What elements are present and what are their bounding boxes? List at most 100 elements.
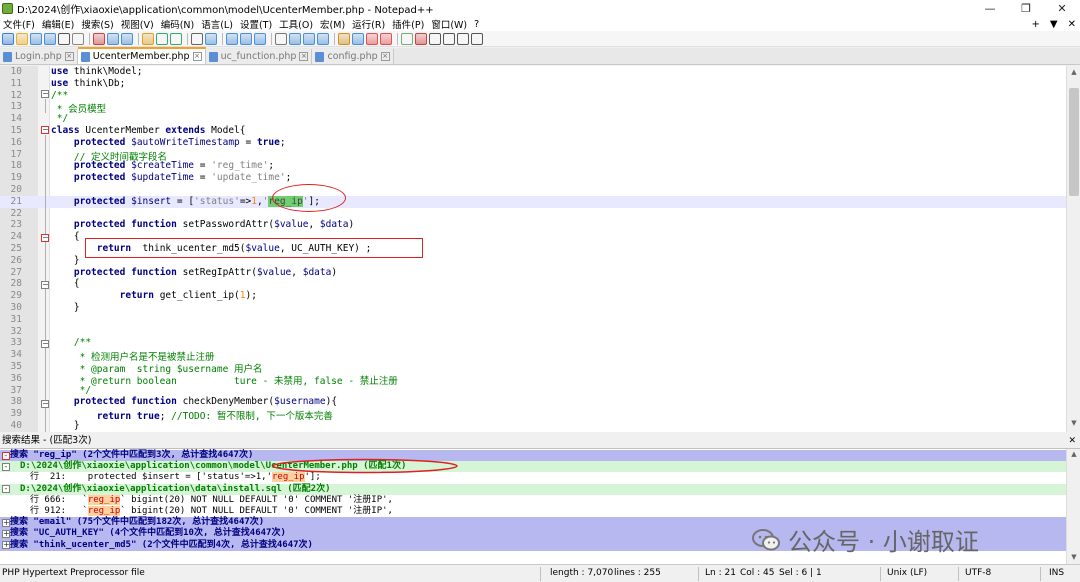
new-tab-button[interactable]: + xyxy=(1032,19,1040,30)
search-result-file[interactable]: D:\2024\创作\xiaoxie\application\common\mo… xyxy=(0,461,1066,473)
toolbar-button-icon[interactable] xyxy=(275,32,287,45)
search-results-scrollbar[interactable]: ▲ ▼ xyxy=(1066,449,1080,564)
code-line[interactable]: 39 return true; //TODO: 暂不限制, 下一个版本完善 xyxy=(0,408,1066,422)
toolbar-button-icon[interactable] xyxy=(415,32,427,45)
toolbar-button-icon[interactable] xyxy=(457,32,469,45)
toolbar-button-icon[interactable] xyxy=(170,32,182,45)
toolbar-button-icon[interactable] xyxy=(44,32,56,45)
toolbar-button-icon[interactable] xyxy=(303,32,315,45)
toolbar-button-icon[interactable] xyxy=(317,32,329,45)
menu-settings[interactable]: 设置(T) xyxy=(237,17,276,31)
code-line[interactable]: 20 xyxy=(0,184,1066,196)
close-doc-button[interactable]: ✕ xyxy=(1068,19,1076,30)
toolbar-button-icon[interactable] xyxy=(240,32,252,45)
tab-close-icon[interactable]: × xyxy=(380,52,390,61)
code-line[interactable]: 33 /** xyxy=(0,337,1066,349)
code-line[interactable]: 30 } xyxy=(0,302,1066,314)
toolbar-button-icon[interactable] xyxy=(58,32,70,45)
toolbar-button-icon[interactable] xyxy=(471,32,483,45)
toolbar-button-icon[interactable] xyxy=(401,32,413,45)
code-line[interactable]: 31 xyxy=(0,314,1066,326)
code-line[interactable]: 34 * 检测用户名是不是被禁止注册 xyxy=(0,349,1066,363)
search-result-file[interactable]: D:\2024\创作\xiaoxie\application\data\inst… xyxy=(0,483,1066,495)
code-line[interactable]: 27 protected function setRegIpAttr($valu… xyxy=(0,267,1066,279)
code-line[interactable]: 11 use think\Db; xyxy=(0,78,1066,90)
toolbar-button-icon[interactable] xyxy=(338,32,350,45)
menu-view[interactable]: 视图(V) xyxy=(118,17,158,31)
tab-ucentermember-php[interactable]: UcenterMember.php × xyxy=(77,47,206,64)
menu-tools[interactable]: 工具(O) xyxy=(276,17,317,31)
toolbar-button-icon[interactable] xyxy=(107,32,119,45)
editor-vertical-scrollbar[interactable]: ▲ ▼ xyxy=(1066,66,1080,432)
fold-toggle-icon[interactable]: − xyxy=(41,234,49,242)
code-line[interactable]: 12 /** xyxy=(0,90,1066,102)
fold-toggle-icon[interactable]: − xyxy=(41,340,49,348)
search-result-search[interactable]: 搜索 "reg_ip" (2个文件中匹配到3次, 总计查找4647次) xyxy=(0,450,1066,462)
code-line[interactable]: 37 */ xyxy=(0,385,1066,397)
maximize-button[interactable]: ❐ xyxy=(1008,0,1044,17)
menu-file[interactable]: 文件(F) xyxy=(0,17,39,31)
search-results-close-icon[interactable]: ✕ xyxy=(1068,435,1076,447)
tab-close-icon[interactable]: × xyxy=(299,52,309,61)
code-line[interactable]: 10 use think\Model; xyxy=(0,66,1066,78)
code-line[interactable]: 18 protected $createTime = 'reg_time'; xyxy=(0,160,1066,172)
code-line[interactable]: 28 { xyxy=(0,278,1066,290)
toolbar-button-icon[interactable] xyxy=(93,32,105,45)
menu-encoding[interactable]: 编码(N) xyxy=(158,17,199,31)
toolbar-button-icon[interactable] xyxy=(16,32,28,45)
code-line[interactable]: 17 // 定义时间戳字段名 xyxy=(0,149,1066,163)
menu-help[interactable]: ? xyxy=(471,19,483,30)
fold-toggle-icon[interactable]: + xyxy=(2,518,10,527)
code-line[interactable]: 16 protected $autoWriteTimestamp = true; xyxy=(0,137,1066,149)
code-line[interactable]: 29 return get_client_ip(1); xyxy=(0,290,1066,302)
search-result-hit[interactable]: 行 666: `reg_ip` bigint(20) NOT NULL DEFA… xyxy=(0,494,1066,506)
fold-toggle-icon[interactable]: + xyxy=(2,541,10,550)
code-line[interactable]: 35 * @param string $username 用户名 xyxy=(0,361,1066,375)
code-line[interactable]: 19 protected $updateTime = 'update_time'… xyxy=(0,172,1066,184)
search-result-hit[interactable]: 行 21: protected $insert = ['status'=>1,'… xyxy=(0,472,1066,484)
minimize-button[interactable]: — xyxy=(972,0,1008,17)
toolbar-button-icon[interactable] xyxy=(30,32,42,45)
fold-toggle-icon[interactable]: − xyxy=(41,126,49,134)
toolbar-button-icon[interactable] xyxy=(156,32,168,45)
code-line[interactable]: 22 xyxy=(0,208,1066,220)
code-line[interactable]: 23 protected function setPasswordAttr($v… xyxy=(0,219,1066,231)
toolbar-button-icon[interactable] xyxy=(443,32,455,45)
code-line[interactable]: 21 protected $insert = ['status'=>1,'reg… xyxy=(0,195,1066,208)
fold-toggle-icon[interactable]: + xyxy=(2,529,10,538)
code-editor[interactable]: 10 use think\Model; 11 use think\Db; 12/** 13… xyxy=(0,66,1080,432)
fold-toggle-icon[interactable]: - xyxy=(2,485,10,494)
toolbar-button-icon[interactable] xyxy=(352,32,364,45)
code-line[interactable]: 13 * 会员模型 xyxy=(0,101,1066,115)
scroll-down-icon[interactable]: ▼ xyxy=(1067,553,1080,564)
toolbar-button-icon[interactable] xyxy=(191,32,203,45)
toolbar-button-icon[interactable] xyxy=(2,32,14,45)
toolbar-button-icon[interactable] xyxy=(226,32,238,45)
menu-macro[interactable]: 宏(M) xyxy=(317,17,349,31)
fold-toggle-icon[interactable]: − xyxy=(41,90,49,98)
code-line[interactable]: 15 class UcenterMember extends Model{ xyxy=(0,125,1066,137)
code-line[interactable]: 36 * @return boolean ture - 未禁用, false -… xyxy=(0,373,1066,387)
menu-search[interactable]: 搜索(S) xyxy=(78,17,117,31)
scroll-up-icon[interactable]: ▲ xyxy=(1067,450,1080,461)
tab-close-icon[interactable]: × xyxy=(64,52,74,61)
fold-toggle-icon[interactable]: - xyxy=(2,451,10,460)
fold-toggle-icon[interactable]: − xyxy=(41,281,49,289)
toolbar-button-icon[interactable] xyxy=(205,32,217,45)
scroll-down-icon[interactable]: ▼ xyxy=(1067,419,1080,430)
toolbar-button-icon[interactable] xyxy=(380,32,392,45)
tab-uc-function-php[interactable]: uc_function.php × xyxy=(205,49,313,64)
toolbar-button-icon[interactable] xyxy=(72,32,84,45)
code-line[interactable]: 14 */ xyxy=(0,113,1066,125)
toolbar-button-icon[interactable] xyxy=(121,32,133,45)
tab-login-php[interactable]: Login.php × xyxy=(0,49,78,64)
fold-toggle-icon[interactable]: − xyxy=(41,400,49,408)
code-line[interactable]: 40 } xyxy=(0,420,1066,432)
scroll-thumb[interactable] xyxy=(1069,88,1079,196)
search-result-hit[interactable]: 行 912: `reg_ip` bigint(20) NOT NULL DEFA… xyxy=(0,506,1066,518)
toolbar-button-icon[interactable] xyxy=(254,32,266,45)
fold-toggle-icon[interactable]: - xyxy=(2,462,10,471)
toolbar-button-icon[interactable] xyxy=(142,32,154,45)
menu-edit[interactable]: 编辑(E) xyxy=(39,17,78,31)
tab-close-icon[interactable]: × xyxy=(192,52,202,61)
